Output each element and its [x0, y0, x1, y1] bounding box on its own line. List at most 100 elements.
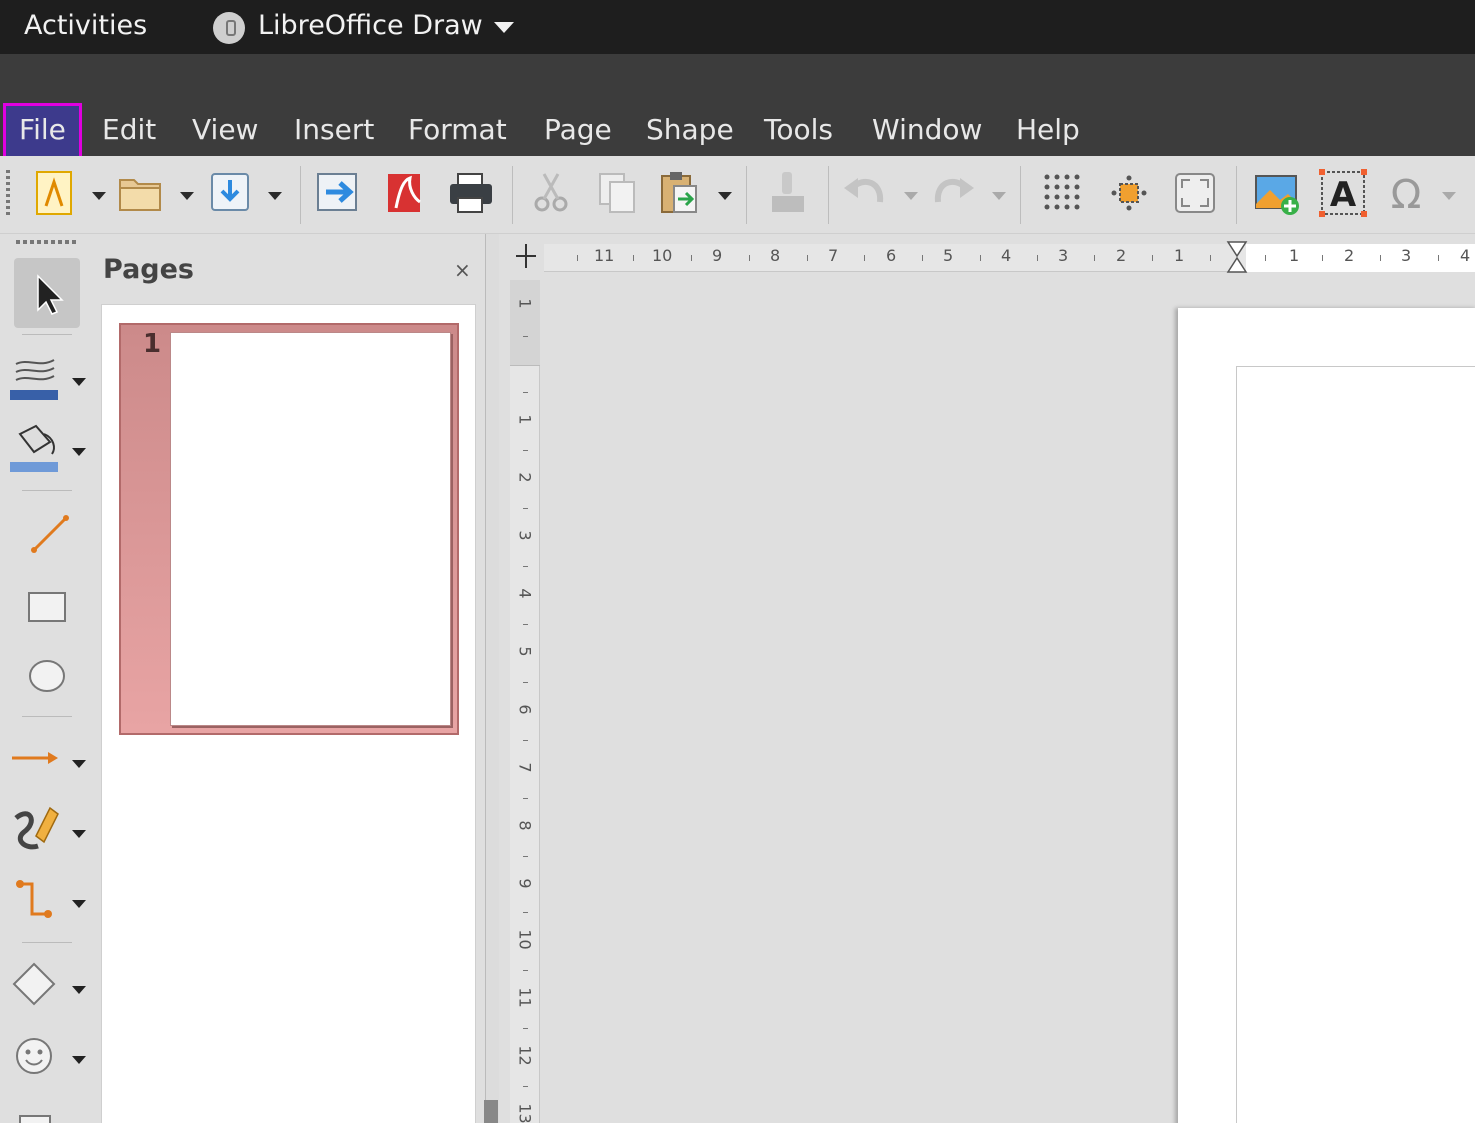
- toolbar-separator: [22, 490, 72, 491]
- line-color-dropdown-chevron-down-icon[interactable]: [72, 378, 86, 386]
- line-icon[interactable]: [22, 508, 72, 558]
- ruler-label: 12: [515, 1045, 535, 1066]
- symbol-shapes-dropdown-chevron-down-icon[interactable]: [72, 1056, 86, 1064]
- app-menu-label[interactable]: LibreOffice Draw: [258, 10, 483, 41]
- paste-icon[interactable]: [656, 168, 706, 218]
- pages-pane: Pages × 1: [100, 234, 485, 1123]
- ruler-label: 6: [515, 704, 535, 715]
- new-dropdown-chevron-down-icon[interactable]: [92, 192, 106, 200]
- close-icon[interactable]: ×: [454, 258, 471, 282]
- redo-icon[interactable]: [928, 168, 978, 218]
- ellipse-icon[interactable]: [22, 652, 72, 702]
- line-color-icon[interactable]: [10, 350, 66, 406]
- vertical-ruler[interactable]: 1 1 2 3 4 5 6 7 8 9 10 11 12 13: [510, 280, 540, 1123]
- ruler-label: 13: [515, 1103, 535, 1123]
- drawing-canvas[interactable]: [540, 274, 1475, 1123]
- basic-shapes-icon[interactable]: [10, 958, 66, 1014]
- open-dropdown-chevron-down-icon[interactable]: [180, 192, 194, 200]
- menu-shape[interactable]: Shape: [632, 110, 748, 150]
- clone-formatting-icon[interactable]: [764, 168, 814, 218]
- special-character-dropdown-chevron-down-icon[interactable]: [1442, 192, 1456, 200]
- menu-file[interactable]: File: [3, 103, 82, 163]
- ruler-label: 3: [1401, 246, 1412, 265]
- ruler-label: 1: [1174, 246, 1185, 265]
- toolbar-separator: [828, 166, 829, 224]
- ruler-label: 11: [515, 987, 535, 1008]
- toolbar-separator: [1020, 166, 1021, 224]
- activities-button[interactable]: Activities: [24, 10, 147, 41]
- menu-tools[interactable]: Tools: [750, 110, 847, 150]
- symbol-shapes-icon[interactable]: [10, 1028, 66, 1084]
- open-folder-icon[interactable]: [116, 168, 166, 218]
- page-thumbnail[interactable]: 1: [119, 323, 459, 735]
- connector-dropdown-chevron-down-icon[interactable]: [72, 900, 86, 908]
- menu-edit[interactable]: Edit: [88, 110, 170, 150]
- save-icon[interactable]: [206, 168, 256, 218]
- arrow-line-icon[interactable]: [10, 732, 66, 788]
- drawing-page[interactable]: [1178, 308, 1475, 1123]
- ruler-label: 7: [828, 246, 839, 265]
- export-icon[interactable]: [314, 168, 364, 218]
- zoom-pan-icon[interactable]: [1170, 168, 1220, 218]
- copy-icon[interactable]: [592, 168, 642, 218]
- scrollbar-thumb[interactable]: [484, 1100, 498, 1123]
- special-character-icon[interactable]: Ω: [1382, 168, 1432, 218]
- standard-toolbar: A Ω: [0, 156, 1475, 234]
- menu-insert[interactable]: Insert: [280, 110, 388, 150]
- select-arrow-icon: [37, 274, 64, 315]
- save-dropdown-chevron-down-icon[interactable]: [268, 192, 282, 200]
- horizontal-ruler[interactable]: 11 10 9 8 7 6 5 4 3 2 1 1 2 3 4: [510, 238, 1475, 274]
- export-pdf-icon[interactable]: [380, 168, 430, 218]
- paste-dropdown-chevron-down-icon[interactable]: [718, 192, 732, 200]
- fill-color-dropdown-chevron-down-icon[interactable]: [72, 448, 86, 456]
- undo-icon[interactable]: [840, 168, 890, 218]
- ruler-label: 1: [515, 298, 535, 309]
- toolbar-separator: [22, 942, 72, 943]
- app-menu-chevron-down-icon[interactable]: [494, 22, 514, 33]
- ruler-label: 9: [712, 246, 723, 265]
- ruler-label: 8: [515, 820, 535, 831]
- top-bar: Activities LibreOffice Draw: [0, 0, 1475, 54]
- menu-help[interactable]: Help: [1002, 110, 1094, 150]
- new-document-icon[interactable]: [30, 168, 80, 218]
- toolbar-separator: [22, 334, 72, 335]
- redo-dropdown-chevron-down-icon[interactable]: [992, 192, 1006, 200]
- menu-page[interactable]: Page: [530, 110, 626, 150]
- insert-image-icon[interactable]: [1252, 168, 1302, 218]
- ruler-label: 2: [1344, 246, 1355, 265]
- svg-text:A: A: [1330, 175, 1357, 215]
- pane-splitter[interactable]: [485, 234, 499, 1123]
- curve-icon[interactable]: [10, 802, 66, 858]
- ruler-label: 3: [1058, 246, 1069, 265]
- page-preview: [170, 332, 451, 726]
- ruler-label: 5: [943, 246, 954, 265]
- arrow-line-dropdown-chevron-down-icon[interactable]: [72, 760, 86, 768]
- basic-shapes-dropdown-chevron-down-icon[interactable]: [72, 986, 86, 994]
- ruler-label: 9: [515, 878, 535, 889]
- toolbar-grip[interactable]: [6, 170, 10, 218]
- curve-dropdown-chevron-down-icon[interactable]: [72, 830, 86, 838]
- svg-text:Ω: Ω: [1391, 172, 1422, 218]
- ruler-label: 10: [652, 246, 673, 265]
- menu-view[interactable]: View: [178, 110, 272, 150]
- select-button[interactable]: [14, 258, 80, 328]
- connector-icon[interactable]: [10, 872, 66, 928]
- undo-dropdown-chevron-down-icon[interactable]: [904, 192, 918, 200]
- toolbar-grip[interactable]: [16, 240, 78, 244]
- fill-color-icon[interactable]: [10, 420, 66, 476]
- pages-list[interactable]: 1: [101, 304, 476, 1123]
- rectangle-icon[interactable]: [22, 584, 72, 634]
- toolbar-separator: [746, 166, 747, 224]
- more-shapes-icon[interactable]: [10, 1106, 66, 1123]
- ruler-label: 3: [515, 530, 535, 541]
- insert-text-box-icon[interactable]: A: [1318, 168, 1368, 218]
- ruler-label: 10: [515, 929, 535, 950]
- helplines-icon[interactable]: [1104, 168, 1154, 218]
- toolbar-separator: [512, 166, 513, 224]
- ruler-indent-marker-icon[interactable]: [1226, 240, 1248, 274]
- cut-icon[interactable]: [526, 168, 576, 218]
- menu-window[interactable]: Window: [858, 110, 996, 150]
- grid-icon[interactable]: [1038, 168, 1088, 218]
- menu-format[interactable]: Format: [394, 110, 521, 150]
- print-icon[interactable]: [446, 168, 496, 218]
